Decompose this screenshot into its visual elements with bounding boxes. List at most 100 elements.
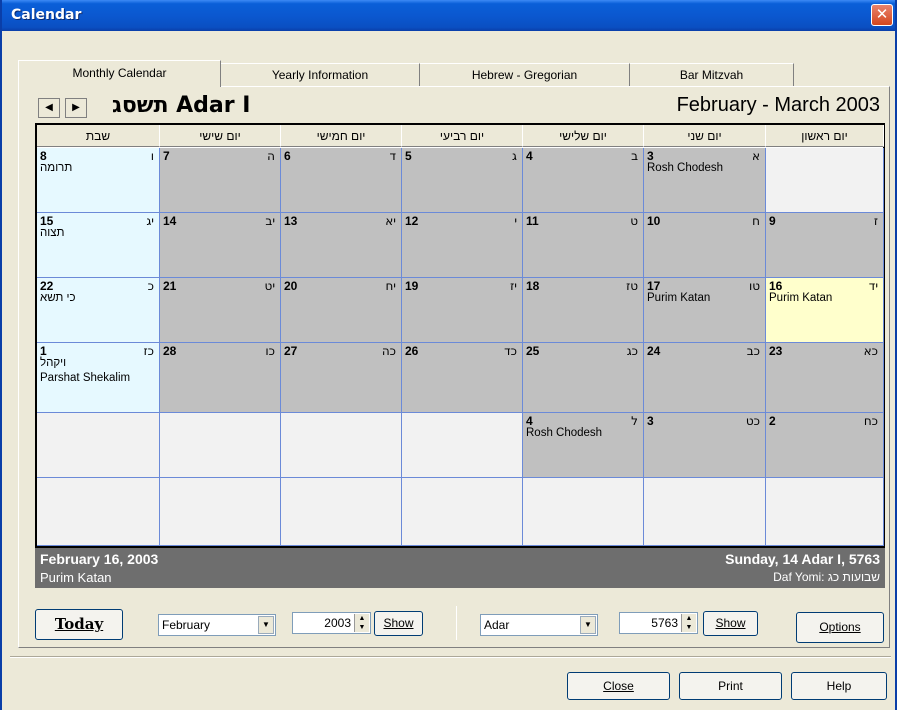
day-cell[interactable]: 18 טז [523,278,644,343]
day-header: יום רביעי [402,125,523,147]
empty-day-cell[interactable] [281,413,402,478]
tab-monthly-calendar[interactable]: Monthly Calendar [18,60,221,87]
show-hebrew-button[interactable]: Show [703,611,758,636]
day-cell[interactable]: 14 יב [160,213,281,278]
gregorian-day-number: 7 [163,149,170,163]
day-cell[interactable]: 20 יח [281,278,402,343]
today-button[interactable]: Today [35,609,123,640]
day-event-label: Parshat Shekalim [40,372,131,384]
hebrew-month-select[interactable]: Adar ▼ [480,614,598,636]
spin-up-icon[interactable]: ▲ [686,615,693,622]
gregorian-day-number: 17 [647,279,661,293]
spin-down-icon[interactable]: ▼ [686,624,693,631]
hebrew-day-number: ו [150,149,154,163]
gregorian-day-number: 6 [284,149,291,163]
close-button[interactable]: Close [567,672,670,700]
gregorian-day-number: 27 [284,344,298,358]
day-cell[interactable]: 22 כ כי תשא [37,278,160,343]
prev-month-icon[interactable]: ◀ [38,98,60,118]
day-cell[interactable]: 11 ט [523,213,644,278]
tab-hebrew-gregorian[interactable]: Hebrew - Gregorian [420,63,630,87]
gregorian-day-number: 26 [405,344,419,358]
tab-yearly-information[interactable]: Yearly Information [221,63,420,87]
spin-up-icon[interactable]: ▲ [359,615,366,622]
empty-day-cell[interactable] [402,478,523,546]
gregorian-day-number: 1 [40,344,47,358]
help-button[interactable]: Help [791,672,887,700]
close-window-icon[interactable]: ✕ [871,4,893,26]
day-cell[interactable]: 3 כט [644,413,766,478]
gregorian-day-number: 22 [40,279,54,293]
day-cell[interactable]: 7ה [160,148,281,213]
day-cell[interactable]: 1 כז ויקהל Parshat Shekalim [37,343,160,413]
hebrew-day-number: יב [265,214,275,228]
day-cell[interactable]: 15 יג תצוה [37,213,160,278]
spinner-arrows-icon[interactable]: ▲ ▼ [681,614,696,632]
day-header: יום שני [644,125,766,147]
day-cell[interactable]: 4ב [523,148,644,213]
day-cell[interactable]: 5ג [402,148,523,213]
day-cell[interactable]: 6ד [281,148,402,213]
hebrew-day-number: יז [510,279,517,293]
empty-day-cell[interactable] [523,478,644,546]
chevron-down-icon[interactable]: ▼ [580,616,596,634]
day-cell[interactable]: 9ז [766,213,884,278]
status-hebrew-date: Sunday, 14 Adar I, 5763 [725,551,880,567]
hebrew-month-title: תשסג Adar I [112,93,251,118]
day-cell[interactable]: 2 כח [766,413,884,478]
title-bar[interactable]: Calendar ✕ [2,0,895,31]
empty-day-cell[interactable] [644,478,766,546]
status-bar: February 16, 2003 Purim Katan Sunday, 14… [35,548,885,588]
empty-day-cell[interactable] [37,413,160,478]
day-cell[interactable]: 19 יז [402,278,523,343]
gregorian-year-spinner[interactable]: 2003 ▲ ▼ [292,612,371,634]
status-daf-yomi: Daf Yomi: שבועות כג [773,570,880,584]
gregorian-day-number: 14 [163,214,177,228]
empty-day-cell[interactable] [402,413,523,478]
tab-bar-mitzvah[interactable]: Bar Mitzvah [630,63,794,87]
show-gregorian-button[interactable]: Show [374,611,423,636]
empty-day-cell[interactable] [160,478,281,546]
day-cell[interactable]: 21 יט [160,278,281,343]
empty-day-cell[interactable] [160,413,281,478]
options-button[interactable]: Options [796,612,884,643]
footer-separator [10,656,891,658]
gregorian-day-number: 20 [284,279,298,293]
gregorian-month-select[interactable]: February ▼ [158,614,276,636]
hebrew-year-spinner[interactable]: 5763 ▲ ▼ [619,612,698,634]
gregorian-day-number: 13 [284,214,298,228]
gregorian-year-value: 2003 [324,616,351,630]
spin-down-icon[interactable]: ▼ [359,624,366,631]
day-cell[interactable]: 27 כה [281,343,402,413]
next-month-icon[interactable]: ▶ [65,98,87,118]
print-button[interactable]: Print [679,672,782,700]
day-cell[interactable]: 16 יד Purim Katan [766,278,884,343]
empty-day-cell[interactable] [37,478,160,546]
hebrew-day-number: כד [504,344,517,358]
day-cell[interactable]: 10 ח [644,213,766,278]
day-cell[interactable]: 8 ו תרומה [37,148,160,213]
gregorian-day-number: 16 [769,279,783,293]
day-cell[interactable]: 28 כו [160,343,281,413]
day-cell[interactable]: 25 כג [523,343,644,413]
empty-day-cell[interactable] [281,478,402,546]
hebrew-day-number: כב [746,344,760,358]
day-cell[interactable]: 23 כא [766,343,884,413]
gregorian-day-number: 2 [769,414,776,428]
spinner-arrows-icon[interactable]: ▲ ▼ [354,614,369,632]
day-cell[interactable]: 4 ל Rosh Chodesh [523,413,644,478]
hebrew-day-number: ז [873,214,878,228]
hebrew-day-number: כה [381,344,396,358]
day-cell[interactable]: 26 כד [402,343,523,413]
chevron-down-icon[interactable]: ▼ [258,616,274,634]
day-cell[interactable]: 12 י [402,213,523,278]
day-cell[interactable]: 3 א Rosh Chodesh [644,148,766,213]
day-cell[interactable]: 13 יא [281,213,402,278]
gregorian-range-title: February - March 2003 [676,94,880,116]
empty-day-cell[interactable] [766,478,884,546]
day-cell[interactable]: 24 כב [644,343,766,413]
gregorian-day-number: 4 [526,149,533,163]
empty-day-cell[interactable] [766,148,884,213]
day-cell[interactable]: 17 טו Purim Katan [644,278,766,343]
day-event-label: Rosh Chodesh [526,427,603,439]
